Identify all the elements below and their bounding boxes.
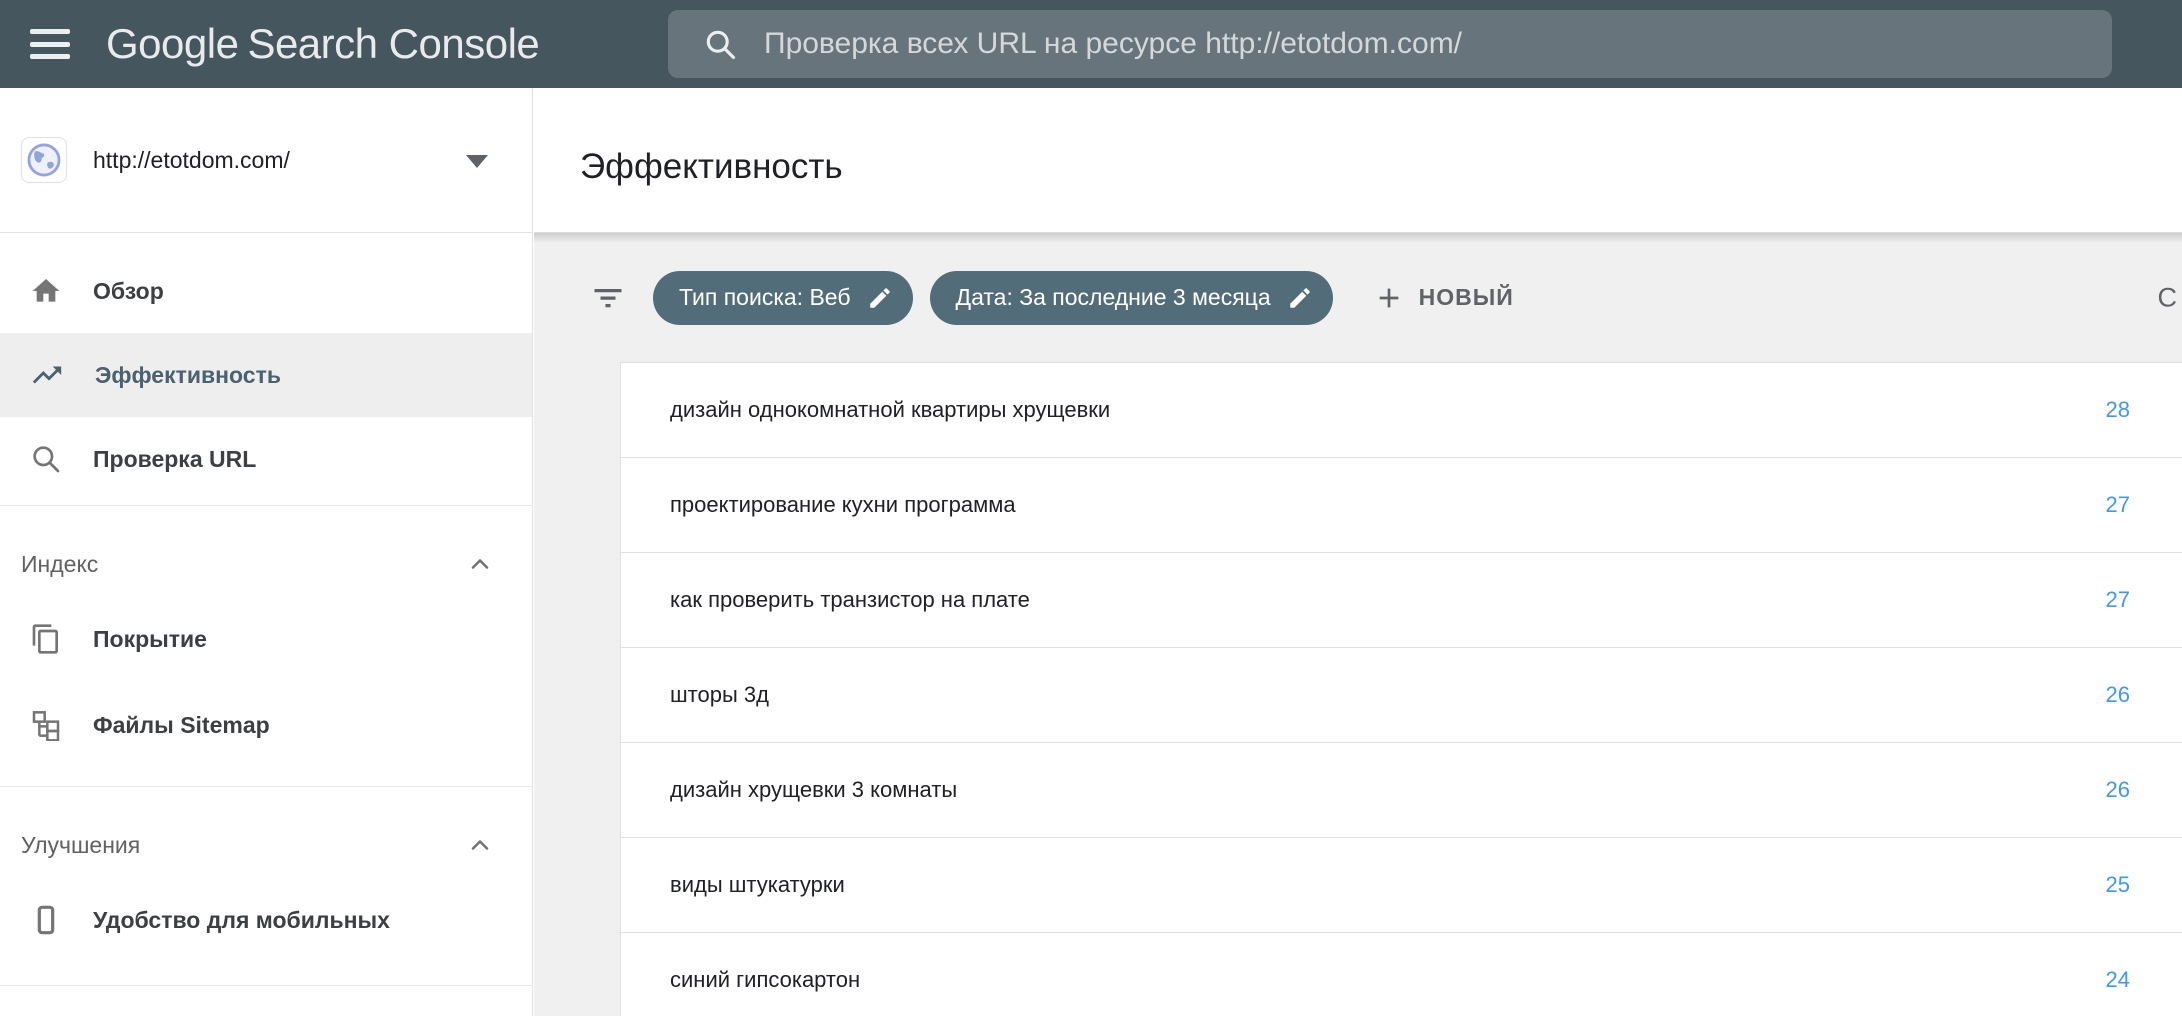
global-search-box[interactable] <box>668 10 2112 78</box>
new-filter-button[interactable]: НОВЫЙ <box>1373 282 1514 314</box>
query-text: шторы 3д <box>670 682 769 708</box>
property-url: http://etotdom.com/ <box>93 147 290 174</box>
query-text: проектирование кухни программа <box>670 492 1016 518</box>
clicks-value: 27 <box>2106 492 2130 518</box>
url-inspection-input[interactable] <box>764 27 2082 61</box>
clicks-value: 26 <box>2106 777 2130 803</box>
content-area: Тип поиска: Веб Дата: За последние 3 мес… <box>534 233 2182 1016</box>
clicks-value: 28 <box>2106 397 2130 423</box>
clicks-value: 27 <box>2106 587 2130 613</box>
chip-label: Дата: За последние 3 месяца <box>956 284 1271 311</box>
caret-down-icon <box>466 155 488 168</box>
clicks-value: 24 <box>2106 967 2130 993</box>
table-row[interactable]: дизайн однокомнатной квартиры хрущевки 2… <box>621 363 2182 458</box>
app-logo: GoogleSearch Console <box>106 20 539 68</box>
chevron-up-icon <box>466 550 494 578</box>
table-row[interactable]: синий гипсокартон 24 <box>621 933 2182 1016</box>
new-filter-label: НОВЫЙ <box>1419 284 1514 311</box>
sidebar-item-performance[interactable]: Эффективность <box>0 333 532 417</box>
logo-google: Google <box>106 20 238 67</box>
pencil-icon <box>867 285 893 311</box>
table-row[interactable]: проектирование кухни программа 27 <box>621 458 2182 553</box>
table-row[interactable]: дизайн хрущевки 3 комнаты 26 <box>621 743 2182 838</box>
clicks-value: 25 <box>2106 872 2130 898</box>
sidebar-item-sitemaps[interactable]: Файлы Sitemap <box>0 682 532 768</box>
coverage-pages-icon <box>30 623 62 655</box>
filter-list-icon[interactable] <box>590 280 626 316</box>
filter-chip-date[interactable]: Дата: За последние 3 месяца <box>930 271 1333 325</box>
logo-product: Search Console <box>247 20 539 67</box>
section-title: Индекс <box>21 551 466 578</box>
sidebar-section-legacy-clipped: Прежние инструменты и отчеты <box>0 986 532 1016</box>
main-content: Эффективность Тип поиска: Веб Дата: За п… <box>534 88 2182 1016</box>
sidebar-item-label: Покрытие <box>93 626 207 653</box>
section-title: Улучшения <box>21 832 466 859</box>
mobile-icon <box>30 904 62 936</box>
page-title: Эффективность <box>580 147 843 187</box>
sidebar-item-overview[interactable]: Обзор <box>0 249 532 333</box>
property-selector[interactable]: http://etotdom.com/ <box>0 88 532 233</box>
url-inspect-search-icon <box>30 443 62 475</box>
home-icon <box>30 275 62 307</box>
table-row[interactable]: как проверить транзистор на плате 27 <box>621 553 2182 648</box>
section-header-index[interactable]: Индекс <box>0 532 532 596</box>
hamburger-menu-icon[interactable] <box>30 29 70 59</box>
sidebar-section-index: Индекс Покрытие Файлы Sitemap <box>0 506 532 782</box>
query-text: синий гипсокартон <box>670 967 860 993</box>
sitemap-icon <box>30 709 62 741</box>
table-row[interactable]: виды штукатурки 25 <box>621 838 2182 933</box>
sidebar-item-url-inspection[interactable]: Проверка URL <box>0 417 532 501</box>
query-text: как проверить транзистор на плате <box>670 587 1030 613</box>
sidebar-nav: Обзор Эффективность Проверка URL <box>0 233 532 501</box>
sidebar: http://etotdom.com/ Обзор Эффективность … <box>0 88 533 1016</box>
sidebar-section-enhancements: Улучшения Удобство для мобильных <box>0 787 532 981</box>
sidebar-item-label: Удобство для мобильных <box>93 907 390 934</box>
filter-chip-search-type[interactable]: Тип поиска: Веб <box>653 271 913 325</box>
sidebar-item-mobile-usability[interactable]: Удобство для мобильных <box>0 877 532 963</box>
sidebar-item-coverage[interactable]: Покрытие <box>0 596 532 682</box>
plus-icon <box>1373 282 1405 314</box>
section-header-enhancements[interactable]: Улучшения <box>0 813 532 877</box>
query-text: дизайн однокомнатной квартиры хрущевки <box>670 397 1110 423</box>
sidebar-item-label: Проверка URL <box>93 446 256 473</box>
query-text: виды штукатурки <box>670 872 845 898</box>
chip-label: Тип поиска: Веб <box>679 284 851 311</box>
table-row[interactable]: шторы 3д 26 <box>621 648 2182 743</box>
reset-filters-clipped-text[interactable]: С <box>2158 282 2178 313</box>
query-text: дизайн хрущевки 3 комнаты <box>670 777 957 803</box>
trending-up-icon <box>30 358 64 392</box>
clicks-value: 26 <box>2106 682 2130 708</box>
filter-toolbar: Тип поиска: Веб Дата: За последние 3 мес… <box>534 233 2182 362</box>
page-header: Эффективность <box>534 88 2182 233</box>
property-favicon-box <box>21 137 67 183</box>
globe-icon <box>25 141 63 179</box>
sidebar-item-label: Обзор <box>93 278 164 305</box>
chevron-up-icon <box>466 831 494 859</box>
top-app-bar: GoogleSearch Console <box>0 0 2182 88</box>
search-icon <box>702 26 738 62</box>
sidebar-item-label: Эффективность <box>95 362 281 389</box>
queries-table: дизайн однокомнатной квартиры хрущевки 2… <box>620 362 2182 1016</box>
sidebar-item-label: Файлы Sitemap <box>93 712 270 739</box>
pencil-icon <box>1287 285 1313 311</box>
